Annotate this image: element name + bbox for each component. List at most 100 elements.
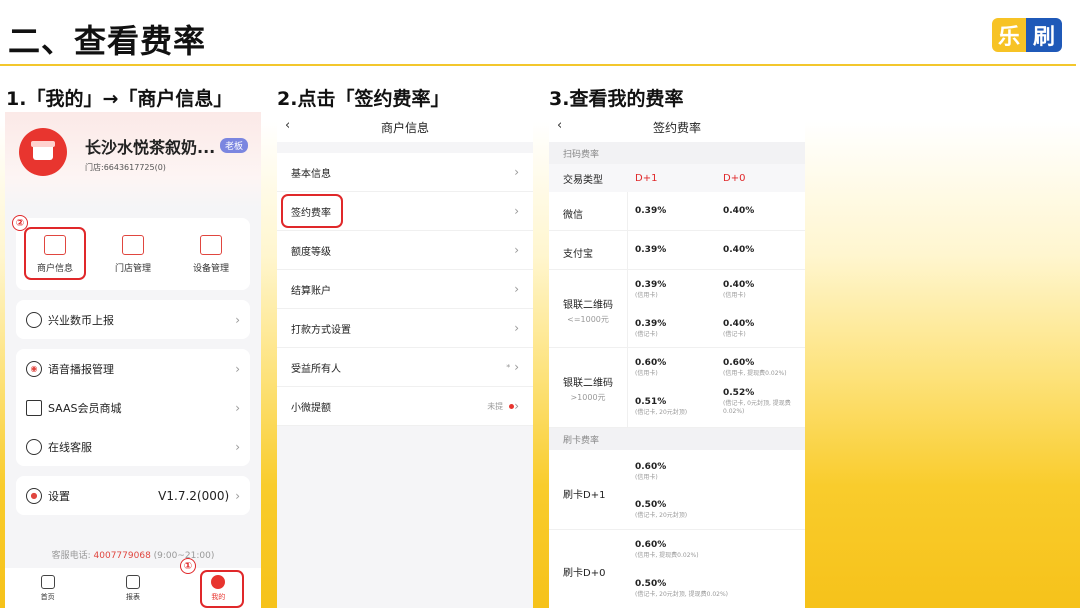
item-status: 未提 [487,401,504,411]
coin-icon [26,311,42,328]
row-label: 设置 [48,489,70,503]
report-icon [125,574,140,589]
item-settlement-account[interactable]: 结算账户 › [277,270,533,309]
row-label: 刷卡D+1 [563,490,606,501]
row-label: 银联二维码 >1000元 [563,374,613,403]
row-label-main: 银联二维码 [563,300,613,311]
shop-icon [26,399,42,416]
step2-caption: 2.点击「签约费率」 [277,88,450,110]
item-micro-raise[interactable]: 小微提额 未提 › [277,387,533,426]
hotline: 客服电话: 4007779068 (9:00~21:00) [5,548,261,561]
rate-value: 0.50% [635,500,667,510]
rate-value: 0.60% [635,358,667,368]
tab-home[interactable]: 首页 [5,568,90,608]
item-basic-info[interactable]: 基本信息 › [277,153,533,192]
item-quota-level[interactable]: 额度等级 › [277,231,533,270]
rate-value: 0.40% [723,319,755,329]
profile-header: 长沙水悦茶叙奶... 老板 门店:6643617725(0) [5,112,261,207]
rate-debit-d0: 0.40% (借记卡) [723,319,754,339]
rate-credit-d0: 0.60% (信用卡, 提现费0.02%) [723,358,803,378]
store-icon [122,234,144,255]
chevron-right-icon: › [235,312,240,327]
row-label: 兴业数币上报 [48,313,114,327]
rate-debit-d1: 0.51% (借记卡, 20元封顶) [635,397,687,417]
chevron-right-icon: › [235,361,240,376]
rate-value: 0.50% [635,579,667,589]
chevron-right-icon: › [514,165,519,179]
merchant-info-screen: ‹ 商户信息 基本信息 › 签约费率 › 额度等级 › 结算账户 › 打款方式设… [277,112,533,608]
rate-value: 0.39% [635,280,667,290]
chevron-right-icon: › [235,488,240,503]
rate-value: 0.60% [723,358,755,368]
rate-value: 0.60% [635,540,667,550]
tab-report[interactable]: 报表 [90,568,175,608]
rate-credit-d1: 0.39% (信用卡) [635,280,666,300]
item-label: 额度等级 [291,246,331,258]
store-icon [31,141,55,160]
rate-credit-d1: 0.60% (信用卡) [635,358,666,378]
back-icon[interactable]: ‹ [285,118,290,133]
rate-debit-d0: 0.52% (借记卡, 0元封顶, 提现费0.02%) [723,388,803,416]
hotline-number[interactable]: 4007779068 [94,551,151,561]
rate-note: (借记卡) [723,331,746,338]
row-label: 语音播报管理 [48,362,114,376]
logo-left: 乐 [992,18,1026,52]
item-label: 受益所有人 [291,363,341,375]
grid-label: 设备管理 [192,263,229,274]
row-voice[interactable]: ◉ 语音播报管理 › [16,349,250,388]
rate-table-header: 交易类型 D+1 D+0 [549,164,805,192]
row-label: SAAS会员商城 [48,401,122,415]
rate-value: 0.51% [635,397,667,407]
rate-value: 0.40% [723,280,755,290]
settings-card: ● 设置 V1.7.2(000) › [16,476,250,515]
rate-row-union-low: 银联二维码 <=1000元 0.39% (信用卡) 0.40% (信用卡) 0.39… [549,270,805,348]
chevron-right-icon: › [235,439,240,454]
rate-credit: 0.60% (信用卡) [635,462,666,482]
grid-store-manage[interactable]: 门店管理 [94,218,172,290]
chevron-right-icon: › [514,282,519,296]
mine-screen: 长沙水悦茶叙奶... 老板 门店:6643617725(0) 商户信息 门店管理… [5,112,261,608]
chevron-right-icon: › [514,321,519,335]
rate-note: (信用卡, 提现费0.02%) [635,552,699,559]
app-version: V1.7.2(000) [158,488,230,503]
highlight-mine-tab [200,570,244,608]
item-label: 打款方式设置 [291,324,351,336]
grid-device-manage[interactable]: 设备管理 [172,218,250,290]
hotline-prefix: 客服电话: [51,551,94,561]
chevron-right-icon: › [235,400,240,415]
slide-title: 二、查看费率 [8,22,207,60]
home-icon [40,574,55,589]
tab-label: 首页 [40,592,55,601]
row-label: 微信 [563,210,583,221]
xingye-card: 兴业数币上报 › [16,300,250,339]
grid-label: 门店管理 [114,263,151,274]
rate-row-card-d1: 刷卡D+1 0.60% (信用卡) 0.50% (借记卡, 20元封顶) [549,450,805,530]
row-settings[interactable]: ● 设置 V1.7.2(000) › [16,476,250,515]
rate-debit: 0.50% (借记卡, 20元封顶, 提现费0.02%) [635,579,795,599]
chevron-right-icon: › [514,360,519,374]
chevron-right-icon: › [514,399,519,413]
rate-value: 0.39% [635,319,667,329]
back-icon[interactable]: ‹ [557,118,562,133]
menu-card: ◉ 语音播报管理 › SAAS会员商城 › 在线客服 › [16,349,250,466]
row-service[interactable]: 在线客服 › [16,427,250,466]
store-avatar[interactable] [19,128,67,176]
row-saas[interactable]: SAAS会员商城 › [16,388,250,427]
section-scan-rate: 扫码费率 [549,142,805,164]
highlight-merchant-info [24,227,86,280]
col-d0: D+0 [723,172,746,184]
role-badge: 老板 [220,138,249,153]
item-payout-method[interactable]: 打款方式设置 › [277,309,533,348]
rate-note: (借记卡, 20元封顶) [635,512,688,519]
row-xingye[interactable]: 兴业数币上报 › [16,300,250,339]
contract-rate-screen: ‹ 签约费率 扫码费率 交易类型 D+1 D+0 微信 0.39% 0.40% … [549,112,805,608]
rate-debit: 0.50% (借记卡, 20元封顶) [635,500,687,520]
section-card-rate: 刷卡费率 [549,428,805,450]
nav-title: 商户信息 [380,120,429,135]
rate-d0: 0.40% [723,245,755,255]
rate-row-wechat: 微信 0.39% 0.40% [549,192,805,231]
device-icon [200,234,222,255]
item-beneficial-owner[interactable]: 受益所有人 * › [277,348,533,387]
gear-icon: ● [26,487,42,504]
rate-d1: 0.39% [635,245,667,255]
